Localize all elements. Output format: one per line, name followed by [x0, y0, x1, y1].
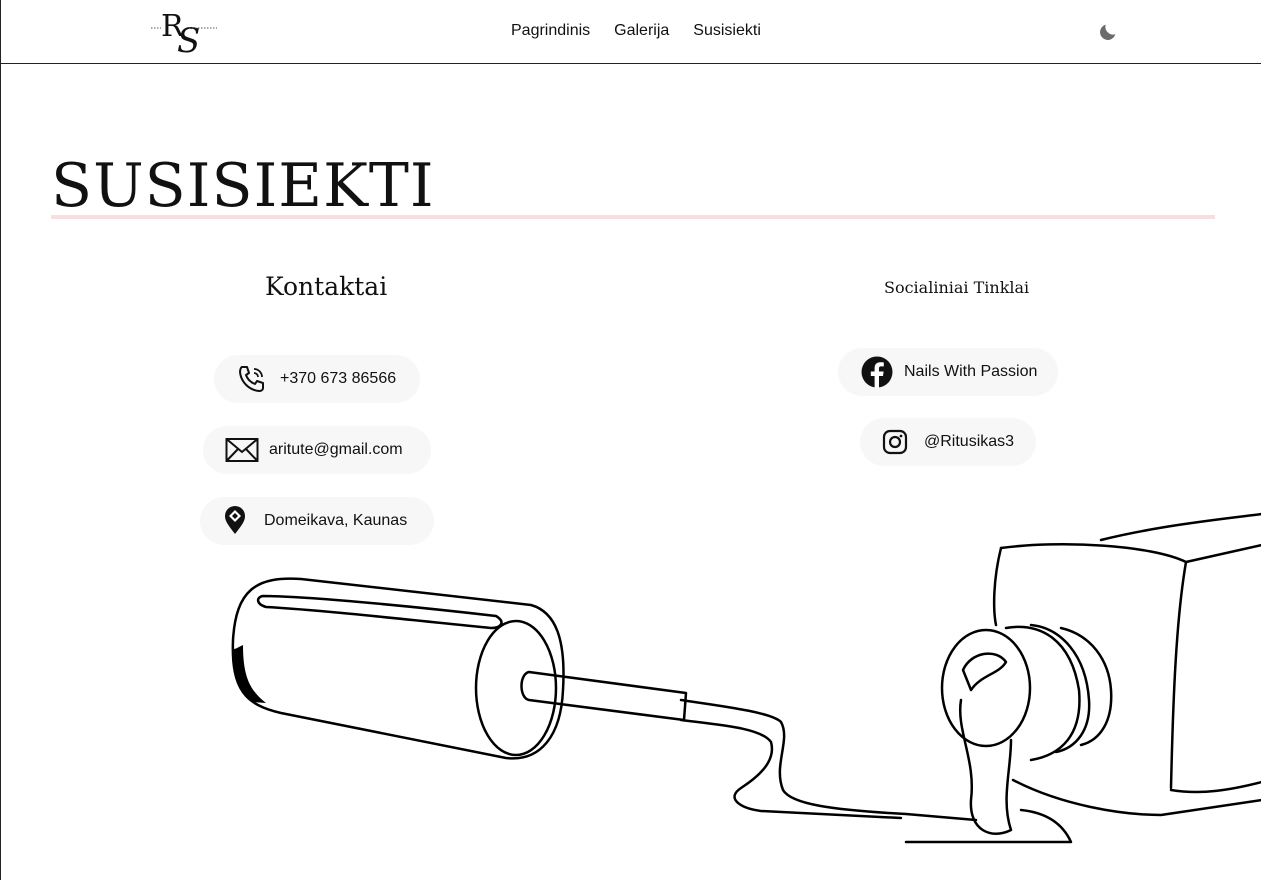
nav-link-susisiekti[interactable]: Susisiekti — [693, 22, 761, 40]
title-underline — [51, 215, 1215, 219]
instagram-link[interactable]: @Ritusikas3 — [860, 418, 1036, 466]
instagram-text: @Ritusikas3 — [924, 433, 1015, 450]
facebook-link[interactable]: Nails With Passion — [838, 348, 1058, 396]
social-heading: Socialiniai Tinklai — [884, 278, 1030, 297]
facebook-icon — [861, 356, 893, 388]
instagram-icon — [882, 429, 908, 455]
main-nav: Pagrindinis Galerija Susisiekti — [511, 22, 761, 40]
nail-polish-illustration — [231, 512, 1261, 844]
email-text: aritute@gmail.com — [269, 441, 403, 458]
phone-icon — [239, 366, 264, 392]
phone-text: +370 673 86566 — [280, 370, 397, 387]
contacts-heading: Kontaktai — [265, 272, 388, 301]
facebook-text: Nails With Passion — [904, 363, 1038, 380]
phone-contact[interactable]: +370 673 86566 — [214, 355, 420, 403]
email-contact[interactable]: aritute@gmail.com — [203, 426, 431, 474]
nav-link-pagrindinis[interactable]: Pagrindinis — [511, 22, 590, 40]
rs-monogram-logo[interactable]: R S — [149, 6, 219, 58]
navbar: R S Pagrindinis Galerija Susisiekti — [1, 0, 1261, 64]
envelope-icon — [225, 438, 259, 462]
moon-icon[interactable] — [1097, 21, 1119, 43]
svg-text:S: S — [177, 21, 200, 58]
page-title: SUSISIEKTI — [51, 151, 435, 221]
nav-link-galerija[interactable]: Galerija — [614, 22, 669, 40]
